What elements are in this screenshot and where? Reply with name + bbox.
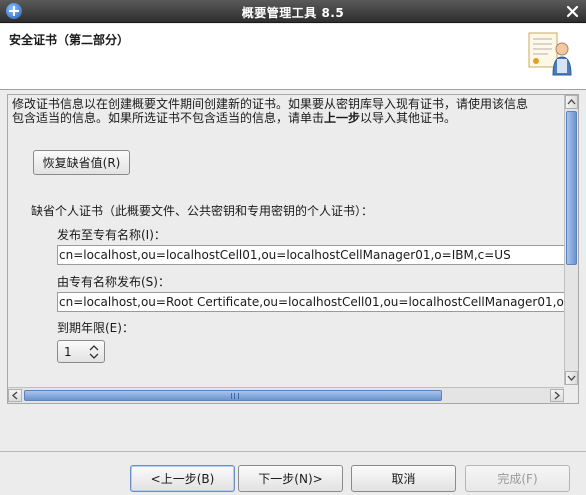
button-bar-separator xyxy=(0,451,586,452)
finish-button[interactable]: 完成(F) xyxy=(465,465,570,492)
scroll-grip-icon xyxy=(231,393,239,399)
scroll-right-button[interactable] xyxy=(550,389,564,402)
scroll-left-button[interactable] xyxy=(8,389,22,402)
scroll-left-icon xyxy=(12,391,18,400)
back-button[interactable]: <上一步(B) xyxy=(130,465,235,492)
scrollable-content-panel[interactable]: 修改证书信息以在创建概要文件期间创建新的证书。如果要从密钥库导入现有证书，请使用… xyxy=(7,94,579,404)
scroll-down-button[interactable] xyxy=(565,371,578,385)
title-bar: 概要管理工具 8.5 xyxy=(0,0,586,23)
next-button[interactable]: 下一步(N)> xyxy=(238,465,343,492)
vertical-scrollbar[interactable] xyxy=(564,95,578,385)
scroll-right-icon xyxy=(554,391,560,400)
horizontal-scrollbar[interactable] xyxy=(8,387,564,403)
description-line-2-prefix: 包含适当的信息。如果所选证书不包含适当的信息，请单击 xyxy=(12,111,325,125)
description-text: 修改证书信息以在创建概要文件期间创建新的证书。如果要从密钥库导入现有证书，请使用… xyxy=(12,97,572,125)
restore-defaults-button[interactable]: 恢复缺省值(R) xyxy=(33,150,130,175)
expiry-years-label: 到期年限(E)： xyxy=(57,321,134,335)
description-line-1: 修改证书信息以在创建概要文件期间创建新的证书。如果要从密钥库导入现有证书，请使用… xyxy=(12,97,529,111)
default-cert-group-label: 缺省个人证书（此概要文件、公共密钥和专用密钥的个人证书）： xyxy=(31,204,374,218)
horizontal-scroll-thumb[interactable] xyxy=(24,390,442,401)
issued-by-field[interactable]: cn=localhost,ou=Root Certificate,ou=loca… xyxy=(57,292,572,312)
cancel-button[interactable]: 取消 xyxy=(351,465,456,492)
issued-by-label: 由专有名称发布(S)： xyxy=(57,275,170,289)
issued-to-label: 发布至专有名称(I)： xyxy=(57,228,166,242)
wizard-banner: 安全证书（第二部分） xyxy=(0,24,586,90)
certificate-user-icon xyxy=(528,32,572,76)
description-line-2: 包含适当的信息。如果所选证书不包含适当的信息，请单击上一步以导入其他证书。 xyxy=(12,111,572,125)
spinner-arrows-icon[interactable] xyxy=(87,344,101,360)
expiry-years-spinner[interactable]: 1 xyxy=(57,340,105,363)
scroll-up-icon xyxy=(567,99,576,105)
description-back-emphasis: 上一步 xyxy=(324,111,361,125)
close-icon[interactable] xyxy=(565,4,580,19)
window-title: 概要管理工具 8.5 xyxy=(241,6,345,20)
page-title: 安全证书（第二部分） xyxy=(9,33,130,47)
scrollbar-corner xyxy=(564,387,578,403)
scroll-up-button[interactable] xyxy=(565,95,578,109)
issued-to-field[interactable]: cn=localhost,ou=localhostCell01,ou=local… xyxy=(57,245,572,265)
vertical-scroll-thumb[interactable] xyxy=(566,111,577,265)
expiry-years-value: 1 xyxy=(64,345,72,359)
description-line-2-suffix: 以导入其他证书。 xyxy=(360,111,457,125)
scroll-down-icon xyxy=(567,375,576,381)
